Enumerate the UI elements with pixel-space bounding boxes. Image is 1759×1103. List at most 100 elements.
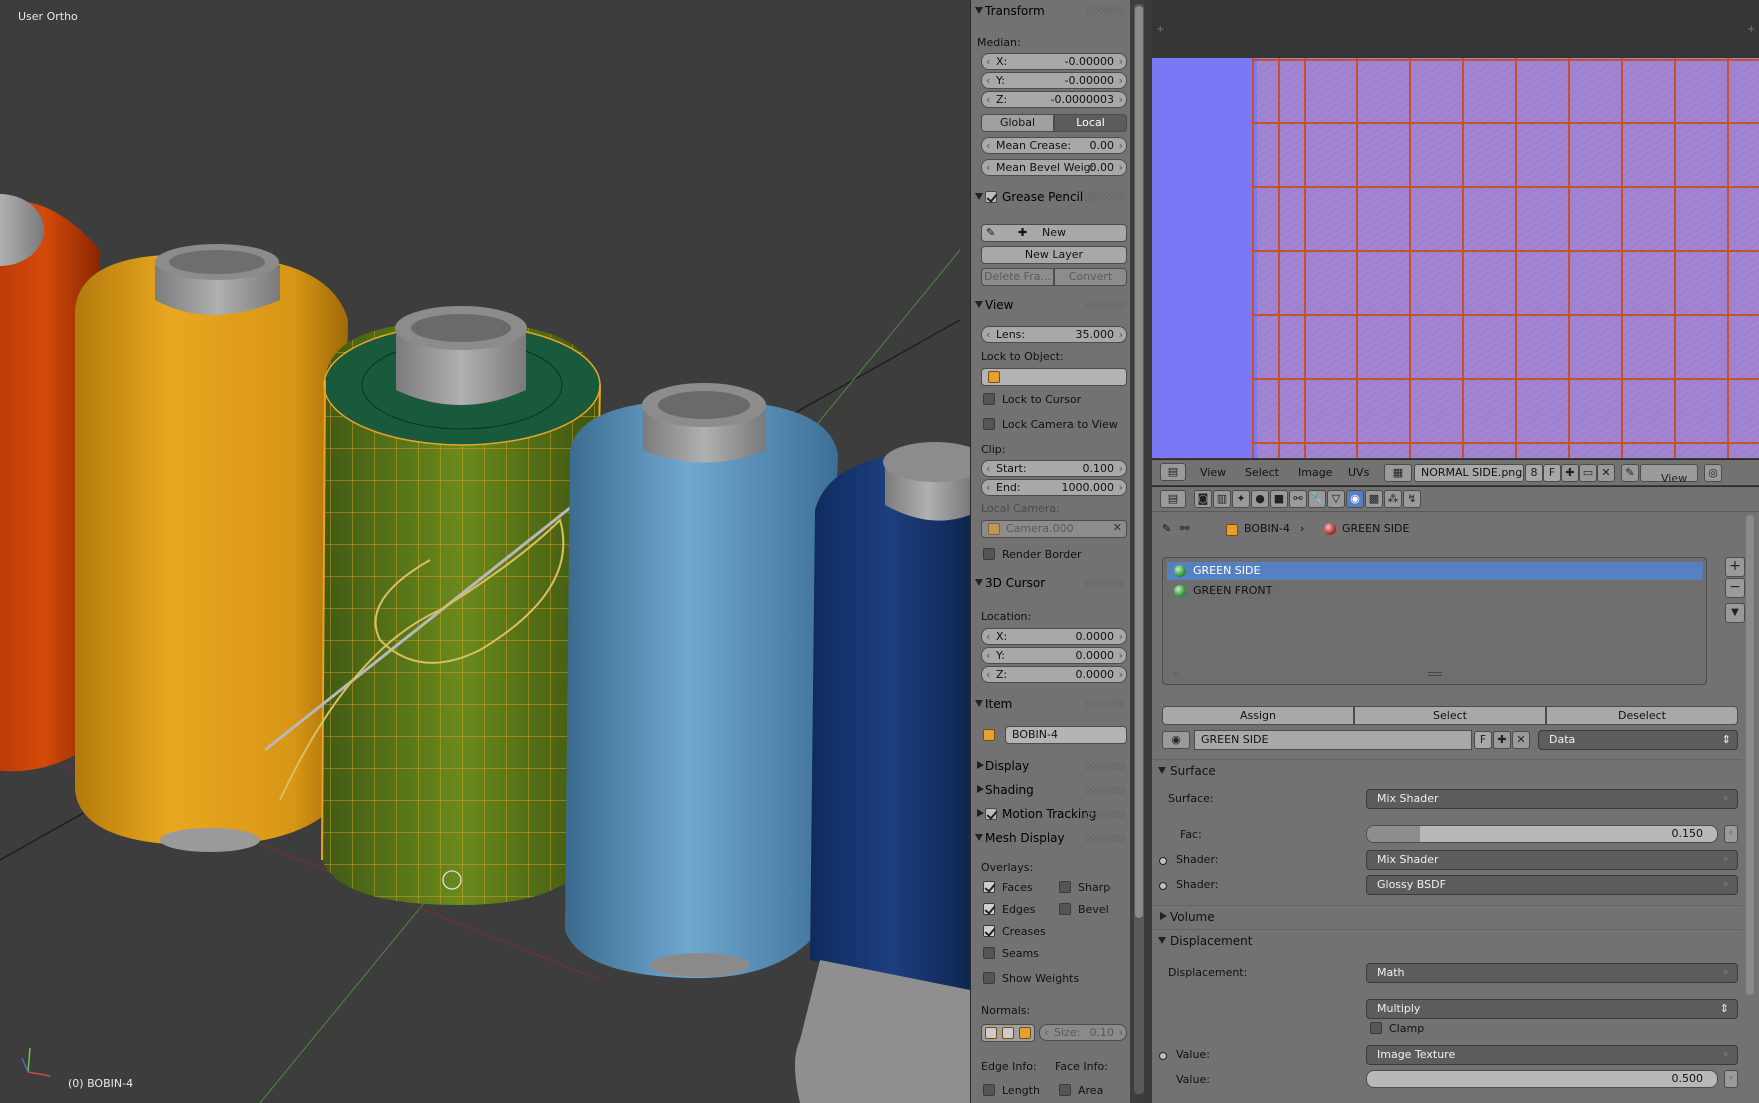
image-browse-icon[interactable]: ▦: [1384, 464, 1412, 482]
area-divider[interactable]: [1144, 0, 1152, 1103]
pin-icon[interactable]: ✎: [1621, 464, 1639, 482]
grease-pencil-header[interactable]: Grease Pencil: [971, 186, 1130, 208]
view-panel-header[interactable]: View: [971, 294, 1130, 316]
local-button[interactable]: Local: [1054, 114, 1127, 132]
bevel-checkbox[interactable]: [1059, 903, 1071, 915]
material-slot-green-side[interactable]: GREEN SIDE: [1167, 562, 1703, 580]
list-resize-icon[interactable]: ◦: [1173, 670, 1178, 680]
particles-tab-icon[interactable]: ⁂: [1384, 490, 1402, 508]
uv-image-editor[interactable]: + +: [1152, 0, 1759, 458]
3d-cursor-panel-header[interactable]: 3D Cursor: [971, 572, 1130, 594]
link-data-dropdown[interactable]: Data ⇕: [1538, 730, 1738, 750]
fac-slider[interactable]: 0.150: [1366, 825, 1718, 843]
area-checkbox[interactable]: [1059, 1084, 1071, 1096]
render-border-toggle[interactable]: Render Border: [983, 548, 1082, 562]
lock-object-field[interactable]: [981, 368, 1127, 386]
select-button[interactable]: Select: [1354, 706, 1546, 725]
panel-grip-icon[interactable]: [1085, 810, 1125, 818]
panel-grip-icon[interactable]: [1085, 700, 1125, 708]
clamp-checkbox[interactable]: [1370, 1022, 1382, 1034]
vertex-normals-icon[interactable]: [985, 1027, 997, 1039]
material-browse-icon[interactable]: ◉: [1162, 731, 1190, 749]
pin-icon[interactable]: ✎: [1162, 522, 1171, 535]
display-panel-header[interactable]: Display: [971, 755, 1130, 777]
face-normals-icon[interactable]: [1019, 1027, 1031, 1039]
menu-view[interactable]: View: [1200, 466, 1226, 479]
new-material-icon[interactable]: ✚: [1493, 731, 1511, 749]
uv-canvas[interactable]: + +: [1152, 0, 1759, 458]
global-button[interactable]: Global: [981, 114, 1054, 132]
value1-node-dropdown[interactable]: Image Texture ◦: [1366, 1045, 1738, 1065]
fac-link-button[interactable]: ◦: [1724, 825, 1738, 843]
unlink-material-icon[interactable]: ✕: [1512, 731, 1530, 749]
panel-grip-icon[interactable]: [1085, 786, 1125, 794]
volume-panel-header[interactable]: Volume: [1152, 905, 1742, 927]
panel-grip-icon[interactable]: [1085, 579, 1125, 587]
lock-to-cursor-toggle[interactable]: Lock to Cursor: [983, 393, 1081, 407]
cursor-z-field[interactable]: Z:0.0000: [981, 666, 1127, 683]
shader-socket-icon[interactable]: [1159, 857, 1167, 865]
material-fake-user-button[interactable]: F: [1474, 731, 1492, 749]
bevel-toggle[interactable]: Bevel: [1059, 903, 1109, 917]
edges-checkbox[interactable]: [983, 903, 995, 915]
node-link-icon[interactable]: ⚯: [1180, 522, 1189, 535]
value2-slider[interactable]: 0.500: [1366, 1070, 1718, 1088]
image-users-count[interactable]: 8: [1525, 464, 1543, 482]
panel-grip-icon[interactable]: [1085, 834, 1125, 842]
add-slot-button[interactable]: +: [1725, 557, 1745, 577]
item-panel-header[interactable]: Item: [971, 693, 1130, 715]
n-panel-scrollbar[interactable]: [1134, 4, 1144, 1094]
convert-button[interactable]: Convert: [1054, 268, 1127, 286]
seams-checkbox[interactable]: [983, 947, 995, 959]
lock-camera-checkbox[interactable]: [983, 418, 995, 430]
panel-grip-icon[interactable]: [1085, 7, 1125, 15]
fake-user-button[interactable]: F: [1543, 464, 1561, 482]
edges-toggle[interactable]: Edges: [983, 903, 1035, 917]
unlink-image-icon[interactable]: ✕: [1597, 464, 1615, 482]
material-name-field[interactable]: GREEN SIDE: [1194, 730, 1472, 750]
panel-grip-icon[interactable]: [1085, 762, 1125, 770]
clear-icon[interactable]: ✕: [1113, 521, 1122, 534]
material-tab-icon[interactable]: ◉: [1346, 490, 1364, 508]
mean-bevel-field[interactable]: Mean Bevel Weig:0.00: [981, 159, 1127, 176]
median-y-field[interactable]: Y:-0.00000: [981, 72, 1127, 89]
mean-crease-field[interactable]: Mean Crease:0.00: [981, 137, 1127, 154]
cursor-y-field[interactable]: Y:0.0000: [981, 647, 1127, 664]
scrollbar-thumb[interactable]: [1135, 6, 1143, 918]
normals-display-buttons[interactable]: [981, 1024, 1035, 1042]
3d-viewport[interactable]: User Ortho (0) BOBIN-4: [0, 0, 970, 1103]
world-tab-icon[interactable]: ●: [1251, 490, 1269, 508]
creases-checkbox[interactable]: [983, 925, 995, 937]
grease-pencil-checkbox[interactable]: [985, 191, 997, 203]
cursor-x-field[interactable]: X:0.0000: [981, 628, 1127, 645]
render-tab-icon[interactable]: ◙: [1194, 490, 1212, 508]
shader1-dropdown[interactable]: Mix Shader ◦: [1366, 850, 1738, 870]
shading-panel-header[interactable]: Shading: [971, 779, 1130, 801]
menu-select[interactable]: Select: [1245, 466, 1279, 479]
modifiers-tab-icon[interactable]: 🔧: [1308, 490, 1326, 508]
menu-uvs[interactable]: UVs: [1348, 466, 1369, 479]
list-grip-icon[interactable]: [1428, 672, 1442, 676]
grease-new-button[interactable]: ✎ ✚ New: [981, 224, 1127, 242]
delete-frame-button[interactable]: Delete Fra...: [981, 268, 1054, 286]
area-toggle[interactable]: Area: [1059, 1084, 1103, 1098]
menu-image[interactable]: Image: [1298, 466, 1332, 479]
remove-slot-button[interactable]: −: [1725, 578, 1745, 598]
faces-toggle[interactable]: Faces: [983, 881, 1033, 895]
clip-start-field[interactable]: Start:0.100: [981, 460, 1127, 477]
length-toggle[interactable]: Length: [983, 1084, 1040, 1098]
faces-checkbox[interactable]: [983, 881, 995, 893]
lock-to-cursor-checkbox[interactable]: [983, 393, 995, 405]
sharp-toggle[interactable]: Sharp: [1059, 881, 1110, 895]
render-border-checkbox[interactable]: [983, 548, 995, 560]
constraints-tab-icon[interactable]: ⚯: [1289, 490, 1307, 508]
lens-field[interactable]: Lens:35.000: [981, 326, 1127, 343]
properties-scrollbar[interactable]: [1746, 515, 1754, 995]
shader-socket-icon[interactable]: [1159, 882, 1167, 890]
open-image-icon[interactable]: ▭: [1579, 464, 1597, 482]
panel-grip-icon[interactable]: [1085, 193, 1125, 201]
value2-link-button[interactable]: ◦: [1724, 1070, 1738, 1088]
mesh-display-panel-header[interactable]: Mesh Display: [971, 827, 1130, 849]
creases-toggle[interactable]: Creases: [983, 925, 1046, 939]
sharp-checkbox[interactable]: [1059, 881, 1071, 893]
